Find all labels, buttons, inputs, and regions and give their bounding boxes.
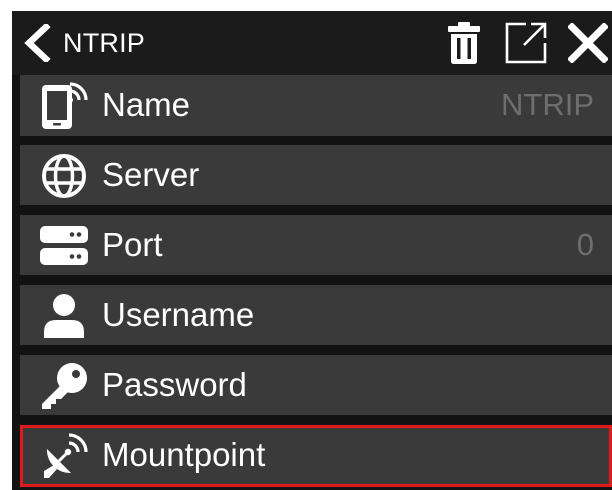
field-value: 0 — [576, 227, 594, 262]
field-row-password[interactable]: Password — [20, 355, 612, 415]
field-label: Server — [102, 156, 200, 193]
user-icon — [38, 291, 90, 341]
chevron-left-icon — [22, 24, 52, 62]
field-row-name[interactable]: Name NTRIP — [20, 75, 612, 136]
back-button[interactable] — [16, 21, 58, 65]
field-row-mountpoint[interactable]: Mountpoint — [20, 425, 612, 487]
page-title: NTRIP — [63, 28, 145, 58]
field-row-username[interactable]: Username — [20, 285, 612, 345]
field-row-server[interactable]: Server — [20, 145, 612, 205]
open-external-button[interactable] — [502, 19, 550, 67]
field-label: Password — [102, 366, 247, 403]
server-icon — [38, 221, 90, 271]
delete-button[interactable] — [440, 19, 488, 67]
ntrip-settings-screen: NTRIP Name NTRIP Server Port 0 Username … — [12, 11, 612, 490]
header-bar: NTRIP — [12, 11, 612, 75]
trash-icon — [447, 21, 481, 65]
close-icon — [568, 23, 608, 63]
field-label: Port — [102, 226, 163, 263]
close-button[interactable] — [564, 19, 612, 67]
field-label: Mountpoint — [102, 436, 266, 473]
satellite-dish-icon — [38, 431, 90, 481]
field-row-port[interactable]: Port 0 — [20, 215, 612, 275]
field-label: Username — [102, 296, 255, 333]
field-label: Name — [102, 86, 191, 123]
field-value: NTRIP — [501, 87, 594, 122]
open-external-icon — [504, 21, 548, 65]
device-signal-icon — [38, 81, 90, 131]
globe-icon — [38, 151, 90, 201]
key-icon — [38, 361, 90, 411]
